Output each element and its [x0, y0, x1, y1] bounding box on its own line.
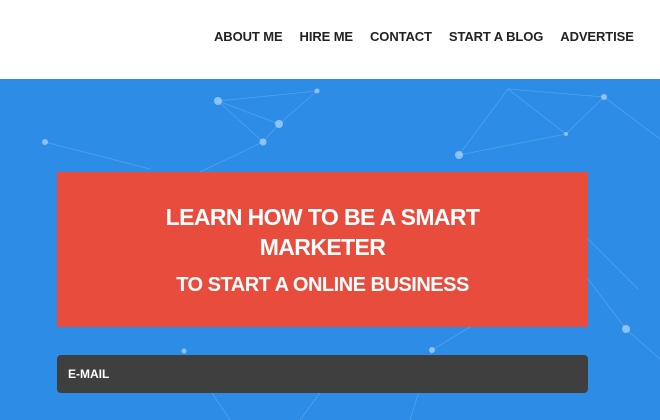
nav-start-a-blog[interactable]: START A BLOG [449, 29, 543, 44]
site-header: ABOUT ME HIRE ME CONTACT START A BLOG AD… [0, 0, 660, 79]
main-nav: ABOUT ME HIRE ME CONTACT START A BLOG AD… [214, 29, 634, 44]
headline-banner: LEARN HOW TO BE A SMART MARKETER TO STAR… [57, 172, 588, 327]
nav-hire-me[interactable]: HIRE ME [300, 29, 354, 44]
nav-contact[interactable]: CONTACT [370, 29, 432, 44]
headline-line-2: MARKETER [259, 233, 386, 260]
nav-advertise[interactable]: ADVERTISE [560, 29, 634, 44]
headline-line-1: LEARN HOW TO BE A SMART [165, 203, 480, 230]
hero-section: LEARN HOW TO BE A SMART MARKETER TO STAR… [0, 79, 660, 420]
email-input[interactable] [57, 355, 588, 393]
page: ABOUT ME HIRE ME CONTACT START A BLOG AD… [0, 0, 660, 420]
nav-about-me[interactable]: ABOUT ME [214, 29, 283, 44]
subheadline: TO START A ONLINE BUSINESS [176, 273, 469, 296]
